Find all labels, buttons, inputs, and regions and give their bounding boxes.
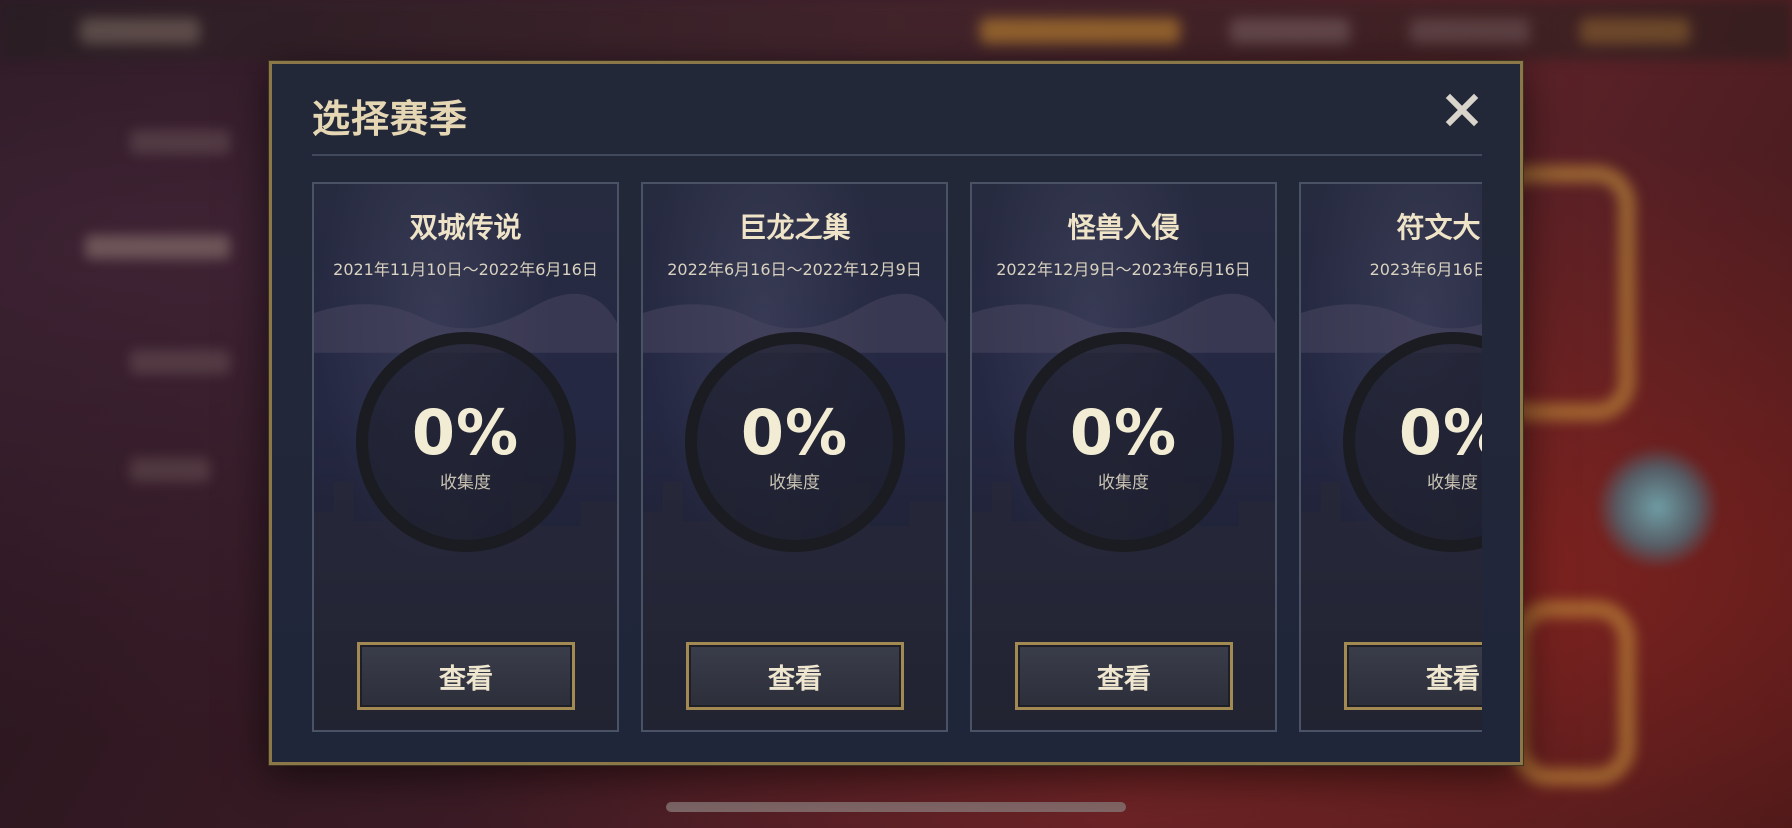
progress-label: 收集度 (769, 473, 820, 493)
season-dates: 2023年6月16日～202 (1369, 260, 1482, 279)
view-button[interactable]: 查看 (357, 642, 575, 710)
close-button[interactable] (1442, 90, 1482, 130)
season-card-list[interactable]: 双城传说 2021年11月10日～2022年6月16日 0% 收集度 查看 巨龙… (312, 182, 1482, 734)
progress-label: 收集度 (440, 473, 491, 493)
progress-value: 0% (1398, 396, 1482, 469)
progress-label: 收集度 (1427, 473, 1478, 493)
season-name: 双城传说 (409, 211, 522, 244)
title-divider (312, 154, 1482, 156)
progress-value: 0% (740, 396, 849, 469)
view-button[interactable]: 查看 (686, 642, 904, 710)
season-name: 符文大陆 (1396, 211, 1482, 244)
view-button[interactable]: 查看 (1344, 642, 1482, 710)
progress-label: 收集度 (1098, 473, 1149, 493)
season-card[interactable]: 双城传说 2021年11月10日～2022年6月16日 0% 收集度 查看 (312, 182, 619, 732)
season-dates: 2022年12月9日～2023年6月16日 (996, 260, 1251, 279)
view-button[interactable]: 查看 (1015, 642, 1233, 710)
season-card[interactable]: 符文大陆 2023年6月16日～202 0% 收集度 查看 (1299, 182, 1482, 732)
season-select-dialog: 选择赛季 双城传说 2021年11月10日～2022年6月16日 0% 收集度 … (269, 61, 1523, 765)
progress-value: 0% (1069, 396, 1178, 469)
blurred-top-bar (0, 0, 1792, 60)
home-indicator (666, 802, 1126, 812)
progress-value: 0% (411, 396, 520, 469)
season-name: 怪兽入侵 (1067, 211, 1180, 244)
season-dates: 2021年11月10日～2022年6月16日 (333, 260, 598, 279)
season-card[interactable]: 怪兽入侵 2022年12月9日～2023年6月16日 0% 收集度 查看 (970, 182, 1277, 732)
season-dates: 2022年6月16日～2022年12月9日 (667, 260, 922, 279)
dialog-title: 选择赛季 (312, 97, 469, 141)
season-name: 巨龙之巢 (738, 211, 851, 244)
close-icon (1445, 93, 1479, 127)
season-card[interactable]: 巨龙之巢 2022年6月16日～2022年12月9日 0% 收集度 查看 (641, 182, 948, 732)
